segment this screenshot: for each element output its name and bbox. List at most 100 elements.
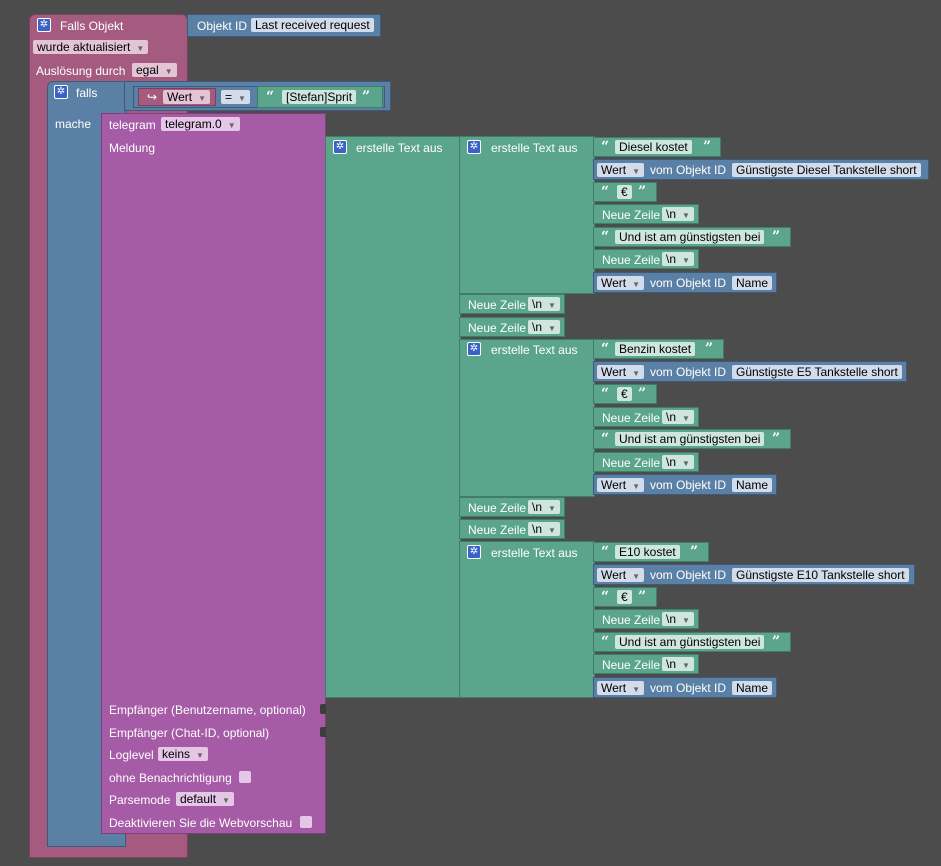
empfaenger-user-label: Empfänger (Benutzername, optional) (109, 703, 306, 717)
dropdown-arrow-icon: ▼ (632, 572, 641, 581)
operator-dropdown[interactable]: = ▼ (221, 90, 250, 104)
name-field[interactable]: Name (732, 276, 773, 290)
gear-icon[interactable]: ✲ (37, 18, 51, 32)
newline-dropdown[interactable]: \n ▼ (662, 410, 694, 424)
guenstigsten-field[interactable]: Und ist am günstigsten bei (615, 432, 765, 446)
object-id-field[interactable]: Last received request (251, 18, 374, 32)
newline-value: \n (666, 410, 677, 424)
diesel-text-join-block[interactable] (459, 136, 595, 294)
newline-dropdown[interactable]: \n ▼ (528, 297, 560, 311)
euro-field[interactable]: € (617, 590, 632, 604)
guenstigsten-field[interactable]: Und ist am günstigsten bei (615, 635, 765, 649)
wert-dropdown[interactable]: Wert ▼ (597, 478, 645, 492)
falls-label: falls (76, 86, 98, 100)
benzin-object-id-field[interactable]: Günstigste E5 Tankstelle short (732, 365, 902, 379)
wert-value: Wert (601, 276, 627, 290)
newline-dropdown[interactable]: \n ▼ (528, 320, 560, 334)
vom-objekt-label: vom Objekt ID (650, 276, 727, 290)
ausloesung-dropdown[interactable]: egal ▼ (132, 63, 177, 77)
dropdown-arrow-icon: ▼ (682, 414, 690, 423)
quote-close-icon: ” (772, 431, 781, 447)
gear-icon[interactable]: ✲ (54, 85, 68, 99)
mache-label: mache (55, 117, 92, 131)
e10-kostet-field[interactable]: E10 kostet (615, 545, 680, 559)
dropdown-arrow-icon: ▼ (682, 211, 690, 220)
newline-label: Neue Zeile (602, 658, 661, 672)
ausloesung-value: egal (136, 63, 159, 77)
telegram-instance-dropdown[interactable]: telegram.0 ▼ (161, 117, 240, 131)
loglevel-dropdown[interactable]: keins ▼ (158, 747, 208, 761)
quote-open-icon: “ (266, 89, 275, 105)
newline-dropdown[interactable]: \n ▼ (662, 252, 694, 266)
dropdown-arrow-icon: ▼ (632, 369, 641, 378)
newline-value: \n (666, 657, 677, 671)
newline-value: \n (532, 297, 543, 311)
gear-icon[interactable]: ✲ (467, 545, 481, 559)
quote-close-icon: ” (772, 634, 781, 650)
wert-dropdown[interactable]: Wert ▼ (597, 681, 645, 695)
benzin-kostet-field[interactable]: Benzin kostet (615, 342, 696, 356)
quote-open-icon: “ (601, 544, 610, 560)
newline-label: Neue Zeile (468, 298, 527, 312)
telegram-instance-value: telegram.0 (165, 117, 222, 131)
ohne-benachrichtigung-checkbox[interactable] (239, 771, 251, 783)
diesel-wert-dropdown[interactable]: Wert ▼ (597, 163, 645, 177)
quote-open-icon: “ (601, 634, 610, 650)
gear-icon[interactable]: ✲ (467, 140, 481, 154)
newline-dropdown[interactable]: \n ▼ (662, 657, 694, 671)
empfaenger-chat-label: Empfänger (Chat-ID, optional) (109, 726, 270, 740)
newline-label: Neue Zeile (602, 613, 661, 627)
parsemode-dropdown[interactable]: default ▼ (176, 792, 234, 806)
wert-value: Wert (601, 478, 627, 492)
euro-field[interactable]: € (617, 387, 632, 401)
dropdown-arrow-icon: ▼ (682, 616, 690, 625)
outer-text-join-block[interactable] (325, 136, 461, 698)
newline-dropdown[interactable]: \n ▼ (528, 500, 560, 514)
vom-objekt-label: vom Objekt ID (650, 163, 727, 177)
return-arrow-icon: ↪ (147, 90, 158, 104)
euro-field[interactable]: € (617, 185, 632, 199)
dropdown-arrow-icon: ▼ (632, 167, 641, 176)
wert-value: Wert (167, 90, 193, 104)
benzin-text-join-label: erstelle Text aus (491, 343, 578, 357)
e10-object-id-field[interactable]: Günstigste E10 Tankstelle short (732, 568, 909, 582)
guenstigsten-field[interactable]: Und ist am günstigsten bei (615, 230, 765, 244)
object-id-label: Objekt ID (197, 19, 248, 33)
vom-objekt-label: vom Objekt ID (650, 365, 727, 379)
name-field[interactable]: Name (732, 478, 773, 492)
name-field[interactable]: Name (732, 681, 773, 695)
dropdown-arrow-icon: ▼ (632, 482, 641, 491)
compare-value-field[interactable]: [Stefan]Sprit (282, 90, 357, 104)
dropdown-arrow-icon: ▼ (548, 504, 556, 513)
dropdown-arrow-icon: ▼ (682, 661, 690, 670)
telegram-label: telegram (109, 118, 156, 132)
gear-icon[interactable]: ✲ (467, 342, 481, 356)
newline-value: \n (666, 455, 677, 469)
e10-text-join-block[interactable] (459, 541, 595, 698)
empfaenger-chat-input-socket[interactable] (320, 727, 326, 737)
empfaenger-user-input-socket[interactable] (320, 704, 326, 714)
dropdown-arrow-icon: ▼ (196, 751, 204, 760)
newline-label: Neue Zeile (468, 523, 527, 537)
diesel-object-id-field[interactable]: Günstigste Diesel Tankstelle short (732, 163, 921, 177)
webvorschau-checkbox[interactable] (300, 816, 312, 828)
benzin-text-join-block[interactable] (459, 339, 595, 497)
dropdown-arrow-icon: ▼ (632, 280, 641, 289)
dropdown-arrow-icon: ▼ (136, 44, 145, 53)
wert-dropdown[interactable]: Wert ▼ (597, 568, 645, 582)
newline-dropdown[interactable]: \n ▼ (662, 455, 694, 469)
diesel-kostet-field[interactable]: Diesel kostet (615, 140, 692, 154)
trigger-dropdown[interactable]: wurde aktualisiert ▼ (33, 40, 149, 54)
newline-dropdown[interactable]: \n ▼ (528, 522, 560, 536)
gear-icon[interactable]: ✲ (333, 140, 347, 154)
wert-dropdown[interactable]: Wert ▼ (597, 365, 645, 379)
quote-close-icon: ” (703, 139, 712, 155)
wert-dropdown[interactable]: Wert ▼ (163, 90, 211, 104)
dropdown-arrow-icon: ▼ (198, 94, 207, 103)
vom-objekt-label: vom Objekt ID (650, 568, 727, 582)
newline-dropdown[interactable]: \n ▼ (662, 207, 694, 221)
wert-dropdown[interactable]: Wert ▼ (597, 276, 645, 290)
newline-dropdown[interactable]: \n ▼ (662, 612, 694, 626)
quote-close-icon: ” (705, 341, 714, 357)
dropdown-arrow-icon: ▼ (164, 67, 173, 76)
